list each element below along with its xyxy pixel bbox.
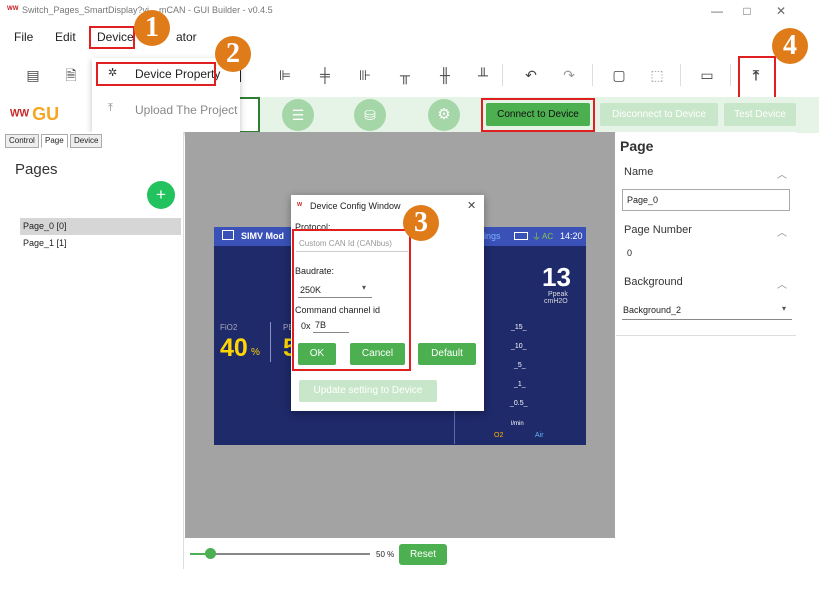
upload-project-label: Upload The Project <box>135 103 238 117</box>
connect-highlight <box>481 98 595 132</box>
screen-time: 14:20 <box>560 231 583 241</box>
scale-tick: _15_ <box>511 324 527 331</box>
align-top-icon[interactable]: ╥ <box>394 64 416 86</box>
add-page-button[interactable]: + <box>147 181 175 209</box>
list-icon[interactable]: ☰ <box>282 99 314 131</box>
maximize-button[interactable]: □ <box>730 2 764 20</box>
scale-tick: _10_ <box>511 343 527 350</box>
o2-label: O2 <box>494 432 504 439</box>
ppeak-unit: cmH2O <box>544 298 568 305</box>
ppeak-value: 13 <box>542 262 571 292</box>
collapse-icon[interactable]: ︿ <box>777 166 787 181</box>
logo-text: GU <box>32 104 60 124</box>
upload-project-item[interactable]: ⤒ Upload The Project <box>92 94 240 126</box>
fio2-value: 40 <box>220 334 248 362</box>
screen-window-icon <box>222 230 234 240</box>
scale-tick: _5_ <box>514 362 526 369</box>
screen-mode-label: SIMV Mod <box>241 231 284 241</box>
update-setting-button[interactable]: Update setting to Device <box>299 380 437 402</box>
document-icon[interactable]: 🗎 <box>60 64 82 86</box>
chevron-down-icon: ▾ <box>782 304 787 313</box>
toolbar-separator <box>502 64 503 86</box>
reset-zoom-button[interactable]: Reset <box>399 544 447 565</box>
name-input[interactable]: Page_0 <box>622 189 790 211</box>
collapse-icon[interactable]: ︿ <box>777 224 787 239</box>
device-property-highlight <box>96 62 216 86</box>
panel-border <box>240 97 260 133</box>
undo-icon[interactable]: ↶ <box>520 64 542 86</box>
collapse-icon[interactable]: ︿ <box>777 276 787 291</box>
properties-title: Page <box>620 138 654 154</box>
title-bar: ᵂᵂ Switch_Pages_SmartDisplay?vi... mCAN … <box>0 0 819 22</box>
background-label: Background <box>624 276 683 288</box>
menu-edit[interactable]: Edit <box>55 30 76 44</box>
zoom-slider-thumb[interactable] <box>205 548 216 559</box>
upload-icon: ⤒ <box>108 102 113 114</box>
pages-title: Pages <box>15 161 58 178</box>
app-window: ᵂᵂ Switch_Pages_SmartDisplay?vi... mCAN … <box>0 0 819 589</box>
disconnect-device-button[interactable]: Disconnect to Device <box>600 103 718 126</box>
layout-icon[interactable]: ▤ <box>22 64 44 86</box>
battery-icon <box>514 232 528 240</box>
config-highlight <box>292 229 411 371</box>
align-center-icon[interactable]: ╪ <box>314 64 336 86</box>
power-label: AC <box>542 232 554 241</box>
align-left-icon[interactable]: ⊫ <box>274 64 296 86</box>
tab-device[interactable]: Device <box>70 134 103 148</box>
minimize-button[interactable]: — <box>700 2 734 20</box>
fio2-label: FiO2 <box>220 323 238 332</box>
zoom-slider-track[interactable] <box>190 553 370 555</box>
align-middle-icon[interactable]: ╫ <box>434 64 456 86</box>
brand-logo: ᵂᵂ GU <box>10 104 60 124</box>
menu-file[interactable]: File <box>14 30 33 44</box>
callout-2: 2 <box>215 36 251 72</box>
page-list-item[interactable]: Page_0 [0] <box>20 218 181 235</box>
ppeak-label: Ppeak <box>548 291 568 298</box>
zoom-value: 50 % <box>376 550 395 559</box>
monitor-icon[interactable]: ▭ <box>696 64 718 86</box>
callout-1: 1 <box>134 10 170 46</box>
background-select[interactable]: Background_2 ▾ <box>622 300 792 320</box>
scale-unit: l/min <box>511 421 524 427</box>
tab-control[interactable]: Control <box>5 134 39 148</box>
fio2-unit: % <box>251 347 260 358</box>
close-window-button[interactable]: ✕ <box>764 2 798 20</box>
callout-4: 4 <box>772 28 808 64</box>
toolbar-separator <box>730 64 731 86</box>
background-value: Background_2 <box>623 305 682 315</box>
upload-highlight <box>738 56 776 100</box>
scale-tick: _1_ <box>514 381 526 388</box>
panel-divider <box>616 335 796 336</box>
redo-icon[interactable]: ↷ <box>558 64 580 86</box>
page-number-label: Page Number <box>624 224 692 236</box>
scale-tick: _0.5_ <box>510 400 528 407</box>
page-list-item[interactable]: Page_1 [1] <box>20 235 181 252</box>
value-divider <box>270 322 271 362</box>
toolbar-separator <box>680 64 681 86</box>
screen-tab-label: ings <box>484 231 501 241</box>
test-device-button[interactable]: Test Device <box>724 103 796 126</box>
plug-icon: ⏚ <box>532 232 542 242</box>
default-button[interactable]: Default <box>418 343 476 365</box>
tab-page[interactable]: Page <box>41 134 68 148</box>
dialog-logo-icon: ᵂ <box>297 201 303 210</box>
app-logo-icon: ᵂᵂ <box>7 4 19 14</box>
callout-3: 3 <box>403 205 439 241</box>
menu-simulator[interactable]: ator <box>176 30 197 44</box>
air-label: Air <box>535 432 544 439</box>
dialog-title: Device Config Window <box>310 201 401 211</box>
name-label: Name <box>624 166 654 178</box>
database-icon[interactable]: ⛁ <box>354 99 386 131</box>
page-number-value: 0 <box>627 248 633 258</box>
toolbar-separator <box>592 64 593 86</box>
bring-front-icon[interactable]: ▢ <box>608 64 630 86</box>
send-back-icon[interactable]: ⬚ <box>646 64 668 86</box>
align-right-icon[interactable]: ⊪ <box>354 64 376 86</box>
dialog-close-button[interactable]: ✕ <box>467 199 476 212</box>
align-bottom-icon[interactable]: ╨ <box>472 64 494 86</box>
settings-icon[interactable]: ⚙ <box>428 99 460 131</box>
device-menu-highlight <box>89 26 135 49</box>
